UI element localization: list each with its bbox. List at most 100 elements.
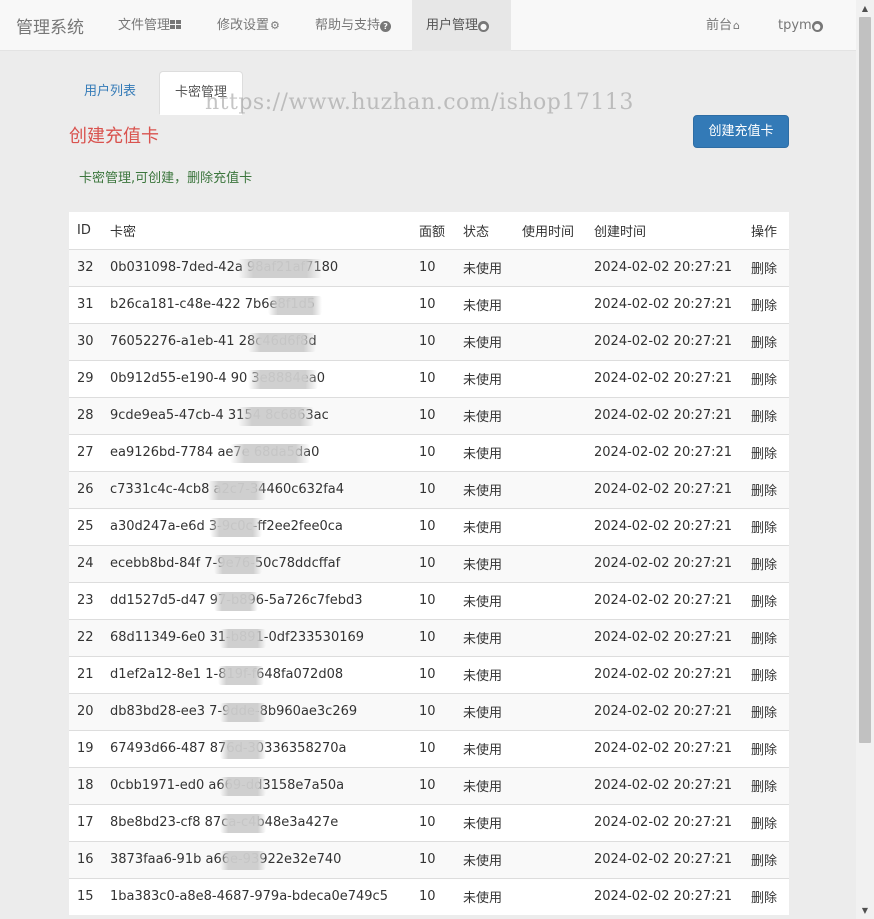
nav-file-management[interactable]: 文件管理 <box>104 0 195 51</box>
scroll-thumb[interactable] <box>859 17 871 743</box>
cell-amount: 10 <box>411 877 455 915</box>
delete-link[interactable]: 删除 <box>743 803 789 841</box>
cell-card-key: ecebb8bd-84f 7-9e76-50c78ddcffaf <box>102 544 411 582</box>
cell-id: 22 <box>69 618 102 656</box>
cell-id: 26 <box>69 470 102 508</box>
cell-status: 未使用 <box>455 877 514 915</box>
delete-link[interactable]: 删除 <box>743 618 789 656</box>
delete-link[interactable]: 删除 <box>743 433 789 471</box>
cell-created-time: 2024-02-02 20:27:21 <box>586 507 743 545</box>
delete-link[interactable]: 删除 <box>743 766 789 804</box>
cell-id: 20 <box>69 692 102 730</box>
nav-help[interactable]: 帮助与支持? <box>301 0 405 51</box>
delete-link[interactable]: 删除 <box>743 655 789 693</box>
cell-used-time <box>514 322 586 360</box>
nav-help-label: 帮助与支持 <box>315 18 381 33</box>
cell-card-key: 68d11349-6e0 31-b891-0df233530169 <box>102 618 411 656</box>
cell-amount: 10 <box>411 359 455 397</box>
delete-link[interactable]: 删除 <box>743 322 789 360</box>
nav-user-management-label: 用户管理 <box>426 18 479 33</box>
delete-link[interactable]: 删除 <box>743 396 789 434</box>
table-row: 29 0b912d55-e190-4 90 3e8884ea0 10 未使用 2024-… <box>69 359 789 397</box>
cell-created-time: 2024-02-02 20:27:21 <box>586 359 743 397</box>
tab-user-list[interactable]: 用户列表 <box>69 71 151 115</box>
cell-used-time <box>514 692 586 730</box>
table-row: 32 0b031098-7ded-42a 98af21af7180 10 未使用 202… <box>69 248 789 286</box>
scroll-up-arrow-icon[interactable]: ▲ <box>856 0 874 17</box>
table-row: 22 68d11349-6e0 31-b891-0df233530169 10 未使用… <box>69 618 789 656</box>
delete-link[interactable]: 删除 <box>743 359 789 397</box>
table-row: 16 3873faa6-91b a66e-93922e32e740 10 未使用 202… <box>69 840 789 878</box>
delete-link[interactable]: 删除 <box>743 470 789 508</box>
redaction-blur <box>220 739 266 759</box>
header-amount: 面额 <box>411 212 455 250</box>
cell-id: 28 <box>69 396 102 434</box>
cell-used-time <box>514 766 586 804</box>
delete-link[interactable]: 删除 <box>743 544 789 582</box>
cell-used-time <box>514 396 586 434</box>
cell-amount: 10 <box>411 729 455 767</box>
cell-card-key: b26ca181-c48e-422 7b6e8f1d5 <box>102 285 411 323</box>
cell-id: 27 <box>69 433 102 471</box>
delete-link[interactable]: 删除 <box>743 581 789 619</box>
cell-created-time: 2024-02-02 20:27:21 <box>586 692 743 730</box>
header-used-time: 使用时间 <box>514 212 586 250</box>
cell-status: 未使用 <box>455 507 514 545</box>
vertical-scrollbar[interactable]: ▲ ▼ <box>856 0 874 919</box>
redaction-blur <box>220 850 266 870</box>
cell-id: 17 <box>69 803 102 841</box>
page: 管理系统 文件管理 修改设置⚙ 帮助与支持? 用户管理 ● 前台⌂ tpym ● ▲… <box>0 0 874 919</box>
cell-created-time: 2024-02-02 20:27:21 <box>586 470 743 508</box>
user-circle-icon: ● <box>811 21 823 32</box>
redaction-blur <box>238 406 314 426</box>
scroll-down-arrow-icon[interactable]: ▼ <box>856 902 874 919</box>
cell-amount: 10 <box>411 322 455 360</box>
nav-settings[interactable]: 修改设置⚙ <box>203 0 294 51</box>
cell-amount: 10 <box>411 840 455 878</box>
cell-created-time: 2024-02-02 20:27:21 <box>586 655 743 693</box>
cell-amount: 10 <box>411 433 455 471</box>
cell-card-key: 9cde9ea5-47cb-4 3154 8c6863ac <box>102 396 411 434</box>
nav-user-management[interactable]: 用户管理 ● <box>412 0 511 51</box>
table-row: 15 1ba383c0-a8e8-4687-979a-bdeca0e749c5 10… <box>69 877 789 915</box>
cell-amount: 10 <box>411 581 455 619</box>
delete-link[interactable]: 删除 <box>743 692 789 730</box>
delete-link[interactable]: 删除 <box>743 840 789 878</box>
redaction-blur <box>220 628 266 648</box>
cell-status: 未使用 <box>455 433 514 471</box>
cell-id: 15 <box>69 877 102 915</box>
cell-card-key: a30d247a-e6d 3-9c0c-ff2ee2fee0ca <box>102 507 411 545</box>
header-action: 操作 <box>743 212 789 250</box>
redaction-blur <box>210 517 262 537</box>
delete-link[interactable]: 删除 <box>743 729 789 767</box>
delete-link[interactable]: 删除 <box>743 248 789 286</box>
table-row: 27 ea9126bd-7784 ae7e 68da5da0 10 未使用 2024-0… <box>69 433 789 471</box>
cell-amount: 10 <box>411 396 455 434</box>
page-title: 创建充值卡 <box>69 126 159 147</box>
table-row: 19 67493d66-487 876d-30336358270a 10 未使用 202… <box>69 729 789 767</box>
cell-status: 未使用 <box>455 322 514 360</box>
delete-link[interactable]: 删除 <box>743 507 789 545</box>
table-row: 24 ecebb8bd-84f 7-9e76-50c78ddcffaf 10 未使用 2… <box>69 544 789 582</box>
nav-user-account[interactable]: tpym ● <box>764 0 837 51</box>
cell-amount: 10 <box>411 655 455 693</box>
cell-created-time: 2024-02-02 20:27:21 <box>586 877 743 915</box>
cell-card-key: 1ba383c0-a8e8-4687-979a-bdeca0e749c5 <box>102 877 411 915</box>
cell-used-time <box>514 581 586 619</box>
redaction-blur <box>230 443 310 463</box>
redaction-blur <box>220 813 266 833</box>
cell-card-key: 67493d66-487 876d-30336358270a <box>102 729 411 767</box>
brand-title[interactable]: 管理系统 <box>16 13 84 38</box>
delete-link[interactable]: 删除 <box>743 285 789 323</box>
cell-card-key: 0b031098-7ded-42a 98af21af7180 <box>102 248 411 286</box>
cell-created-time: 2024-02-02 20:27:21 <box>586 322 743 360</box>
delete-link[interactable]: 删除 <box>743 877 789 915</box>
redaction-blur <box>248 369 318 389</box>
cell-amount: 10 <box>411 507 455 545</box>
cell-used-time <box>514 285 586 323</box>
create-card-button[interactable]: 创建充值卡 <box>693 115 789 148</box>
cell-card-key: c7331c4c-4cb8 a2c7-34460c632fa4 <box>102 470 411 508</box>
nav-frontend[interactable]: 前台⌂ <box>692 0 754 51</box>
cell-status: 未使用 <box>455 803 514 841</box>
cell-amount: 10 <box>411 285 455 323</box>
